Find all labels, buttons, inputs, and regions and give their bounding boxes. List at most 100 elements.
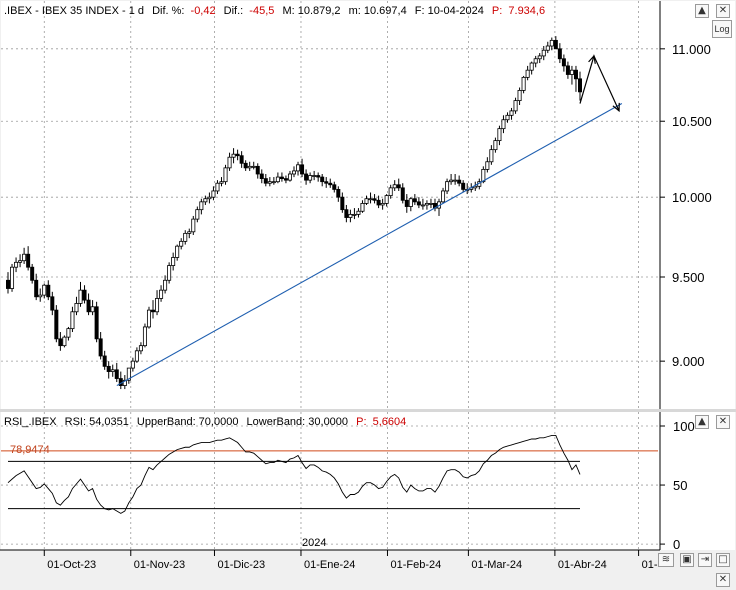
candle-body: [348, 213, 353, 218]
candle-body: [74, 303, 79, 313]
candle-body: [130, 360, 135, 369]
price-tick-label: 10.500: [672, 114, 712, 129]
candle-body: [320, 176, 325, 183]
date-tick-label: 01-Dic-23: [217, 559, 265, 571]
candle-body: [247, 165, 252, 169]
rsi-title: RSI_.IBEX: [4, 416, 57, 428]
candle-body: [38, 294, 43, 298]
candle-body: [529, 62, 534, 71]
candle-body: [388, 187, 393, 197]
candle-body: [525, 69, 530, 78]
dif-value: -45,5: [249, 5, 274, 17]
candle-body: [114, 369, 119, 379]
candle-body: [332, 184, 337, 190]
rsi-axis-panel: [660, 412, 735, 550]
close-button[interactable]: ✕: [716, 4, 730, 18]
date-tick-label: 01-Abr-24: [558, 559, 607, 571]
candle-body: [287, 173, 292, 181]
candle-body: [90, 306, 95, 313]
save-icon[interactable]: ▣: [680, 553, 694, 567]
candle-body: [283, 178, 288, 181]
price-tick-label: 9.000: [672, 354, 705, 369]
dif-pct-value: -0,42: [191, 5, 216, 17]
candle-body: [279, 176, 284, 180]
candle-body: [392, 184, 397, 189]
candle-body: [509, 110, 514, 116]
candle-body: [110, 369, 115, 372]
candle-body: [183, 232, 188, 242]
candle-body: [356, 210, 361, 215]
candle-body: [163, 279, 168, 291]
date-tick-label: 01-Mar-24: [471, 559, 522, 571]
dif-label: Dif.:: [224, 5, 244, 17]
year-label: 2024: [302, 537, 326, 549]
log-scale-button[interactable]: Log: [712, 20, 732, 38]
candle-body: [22, 253, 27, 262]
window-icon[interactable]: □: [716, 553, 730, 567]
export-icon[interactable]: ⇥: [698, 553, 712, 567]
candle-body: [557, 48, 562, 60]
candle-body: [291, 170, 296, 175]
candle-body: [167, 265, 172, 281]
min-label: m: 10.697,4: [349, 5, 407, 17]
price-tick-label: 11.000: [672, 42, 711, 57]
candle-body: [271, 181, 276, 184]
candle-body: [372, 198, 377, 201]
candle-body: [521, 76, 526, 91]
candle-body: [400, 187, 405, 201]
candle-body: [142, 326, 147, 347]
scroll-down-button[interactable]: ✕: [716, 573, 730, 587]
candle-body: [78, 289, 83, 304]
zoom-icon[interactable]: ≋: [658, 553, 674, 567]
candle-body: [191, 218, 196, 233]
candle-body: [328, 182, 333, 186]
candle-body: [565, 65, 570, 75]
candle-body: [6, 279, 11, 289]
candle-body: [384, 195, 389, 204]
candle-body: [505, 114, 510, 121]
candle-body: [300, 164, 305, 175]
candle-body: [243, 162, 248, 169]
scroll-up-button[interactable]: ▲: [695, 4, 709, 18]
candle-body: [223, 167, 228, 183]
date-label: F: 10-04-2024: [415, 5, 484, 17]
candle-body: [18, 260, 23, 263]
candle-body: [296, 164, 301, 172]
candle-body: [561, 58, 566, 67]
candle-body: [54, 309, 59, 340]
candle-body: [66, 328, 71, 338]
candle-body: [461, 182, 466, 190]
candle-body: [102, 355, 107, 367]
rsi-value-label: RSI: 54,0351: [65, 416, 129, 428]
candle-body: [453, 179, 458, 182]
candle-body: [275, 176, 280, 183]
candle-body: [10, 266, 15, 289]
candle-body: [199, 201, 204, 211]
candle-body: [360, 203, 365, 212]
upper-band-label: UpperBand: 70,0000: [137, 416, 239, 428]
rsi-scroll-up-button[interactable]: ▲: [695, 415, 709, 429]
candle-body: [227, 156, 232, 169]
candle-body: [146, 309, 151, 328]
candle-body: [340, 196, 345, 211]
candle-body: [501, 119, 506, 130]
date-tick-label: 01-Ene-24: [304, 559, 355, 571]
candle-body: [70, 311, 75, 330]
candle-body: [517, 90, 522, 102]
candle-body: [513, 100, 518, 112]
candle-body: [344, 209, 349, 218]
rsi-header: RSI_.IBEX RSI: 54,0351 UpperBand: 70,000…: [4, 416, 406, 428]
candle-body: [457, 179, 462, 184]
rsi-close-button[interactable]: ✕: [716, 415, 730, 429]
candle-body: [251, 165, 256, 168]
chart-window: 11.000 10.500 10.000 9.500 9.000 .IBEX - IBE…: [0, 1, 736, 590]
price-tick-label: 10.000: [672, 190, 712, 205]
candle-body: [416, 201, 421, 206]
candle-body: [171, 257, 176, 266]
candle-body: [304, 173, 309, 181]
candle-body: [324, 181, 329, 184]
candle-body: [428, 203, 433, 205]
candle-body: [211, 190, 216, 198]
candle-body: [187, 231, 192, 234]
candle-body: [239, 155, 244, 164]
